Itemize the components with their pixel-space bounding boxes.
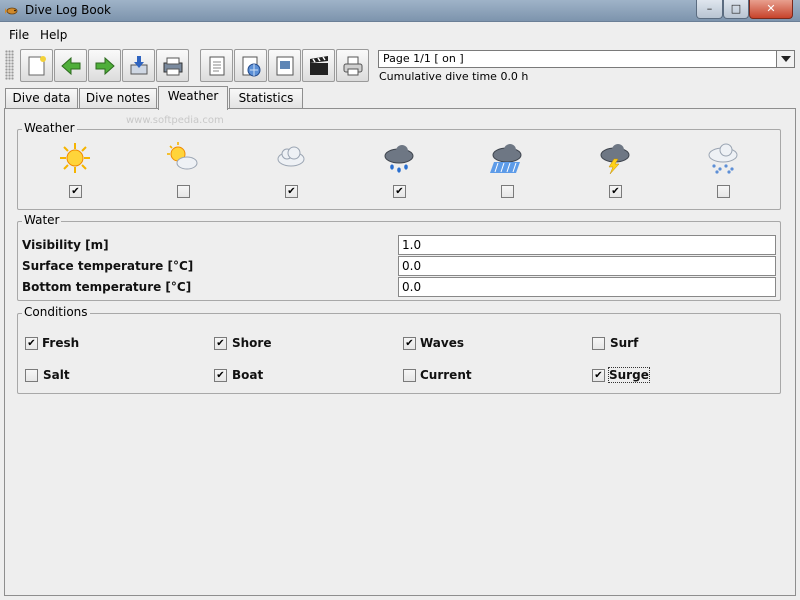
page-selector[interactable]: Page 1/1 [ on ] <box>378 50 795 68</box>
condition-checkbox-boat[interactable]: ✔ <box>214 369 227 382</box>
next-button[interactable] <box>88 49 121 82</box>
printer-icon <box>343 56 363 76</box>
maximize-button[interactable]: □ <box>723 0 749 19</box>
web-export-button[interactable] <box>234 49 267 82</box>
tab-dive-data[interactable]: Dive data <box>5 88 78 109</box>
new-entry-button[interactable] <box>20 49 53 82</box>
app-window: Dive Log Book – □ ✕ File Help Page 1/1 [… <box>0 0 800 600</box>
fish-app-icon <box>5 7 18 15</box>
print-list-button[interactable] <box>156 49 189 82</box>
cumulative-dive-time: Cumulative dive time 0.0 h <box>379 70 529 83</box>
weather-checkbox-thunderstorm[interactable]: ✔ <box>609 185 622 198</box>
tab-dive-notes[interactable]: Dive notes <box>79 88 157 109</box>
cloudy-icon <box>277 146 305 167</box>
weather-checkbox-cloudy[interactable]: ✔ <box>285 185 298 198</box>
print-button[interactable] <box>336 49 369 82</box>
new-entry-icon <box>28 56 46 76</box>
tab-weather[interactable]: Weather <box>158 86 228 110</box>
condition-checkbox-shore[interactable]: ✔ <box>214 337 227 350</box>
weather-checkbox-sun[interactable]: ✔ <box>69 185 82 198</box>
condition-label-surge[interactable]: Surge <box>608 367 650 383</box>
surface-temperature-input[interactable] <box>398 256 776 276</box>
menu-bar: File Help <box>0 25 800 45</box>
chevron-down-icon[interactable] <box>776 51 794 67</box>
snow-icon <box>708 143 738 174</box>
weather-checkbox-snow[interactable] <box>717 185 730 198</box>
sun-icon <box>60 143 90 173</box>
weather-checkbox-rain[interactable]: ✔ <box>393 185 406 198</box>
conditions-group: Conditions <box>17 305 781 394</box>
title-bar: Dive Log Book – □ ✕ <box>0 0 800 22</box>
condition-checkbox-surf[interactable] <box>592 337 605 350</box>
menu-help[interactable]: Help <box>40 28 67 42</box>
condition-label-shore[interactable]: Shore <box>232 336 272 350</box>
minimize-button[interactable]: – <box>696 0 723 19</box>
conditions-group-title: Conditions <box>22 305 90 319</box>
bottom-temperature-input[interactable] <box>398 277 776 297</box>
condition-label-boat[interactable]: Boat <box>232 368 263 382</box>
condition-label-waves[interactable]: Waves <box>420 336 464 350</box>
condition-checkbox-fresh[interactable]: ✔ <box>25 337 38 350</box>
picture-icon <box>276 56 294 76</box>
condition-label-surf[interactable]: Surf <box>610 336 638 350</box>
watermark: www.softpedia.com <box>126 115 224 126</box>
water-group-title: Water <box>22 213 62 227</box>
window-title: Dive Log Book <box>25 3 111 17</box>
visibility-input[interactable] <box>398 235 776 255</box>
thunderstorm-icon <box>600 144 630 175</box>
back-arrow-icon <box>61 56 81 76</box>
toolbar-grip[interactable] <box>5 50 14 80</box>
print-list-icon <box>163 57 183 76</box>
weather-checkbox-heavy-rain[interactable] <box>501 185 514 198</box>
tab-statistics[interactable]: Statistics <box>229 88 303 109</box>
picture-button[interactable] <box>268 49 301 82</box>
tab-bar: Dive data Dive notes Weather Statistics <box>0 86 800 110</box>
condition-checkbox-surge[interactable]: ✔ <box>592 369 605 382</box>
weather-group-title: Weather <box>22 121 77 135</box>
condition-label-salt[interactable]: Salt <box>43 368 70 382</box>
condition-checkbox-waves[interactable]: ✔ <box>403 337 416 350</box>
page-selector-value: Page 1/1 [ on ] <box>383 52 464 65</box>
import-icon <box>130 56 148 75</box>
import-button[interactable] <box>122 49 155 82</box>
partly-cloudy-icon <box>167 142 198 170</box>
condition-checkbox-salt[interactable] <box>25 369 38 382</box>
world-document-icon <box>242 56 261 77</box>
condition-checkbox-current[interactable] <box>403 369 416 382</box>
previous-button[interactable] <box>54 49 87 82</box>
condition-label-fresh[interactable]: Fresh <box>42 336 79 350</box>
condition-label-current[interactable]: Current <box>420 368 472 382</box>
forward-arrow-icon <box>95 56 115 76</box>
video-button[interactable] <box>302 49 335 82</box>
close-button[interactable]: ✕ <box>749 0 793 19</box>
document-icon <box>209 56 225 76</box>
rain-icon <box>384 145 414 173</box>
document-button[interactable] <box>200 49 233 82</box>
clapper-icon <box>310 56 328 75</box>
surface-temperature-label: Surface temperature [°C] <box>22 259 194 273</box>
visibility-label: Visibility [m] <box>22 238 109 252</box>
bottom-temperature-label: Bottom temperature [°C] <box>22 280 192 294</box>
menu-file[interactable]: File <box>9 28 29 42</box>
weather-checkbox-partly-cloudy[interactable] <box>177 185 190 198</box>
heavy-rain-icon <box>490 144 522 173</box>
